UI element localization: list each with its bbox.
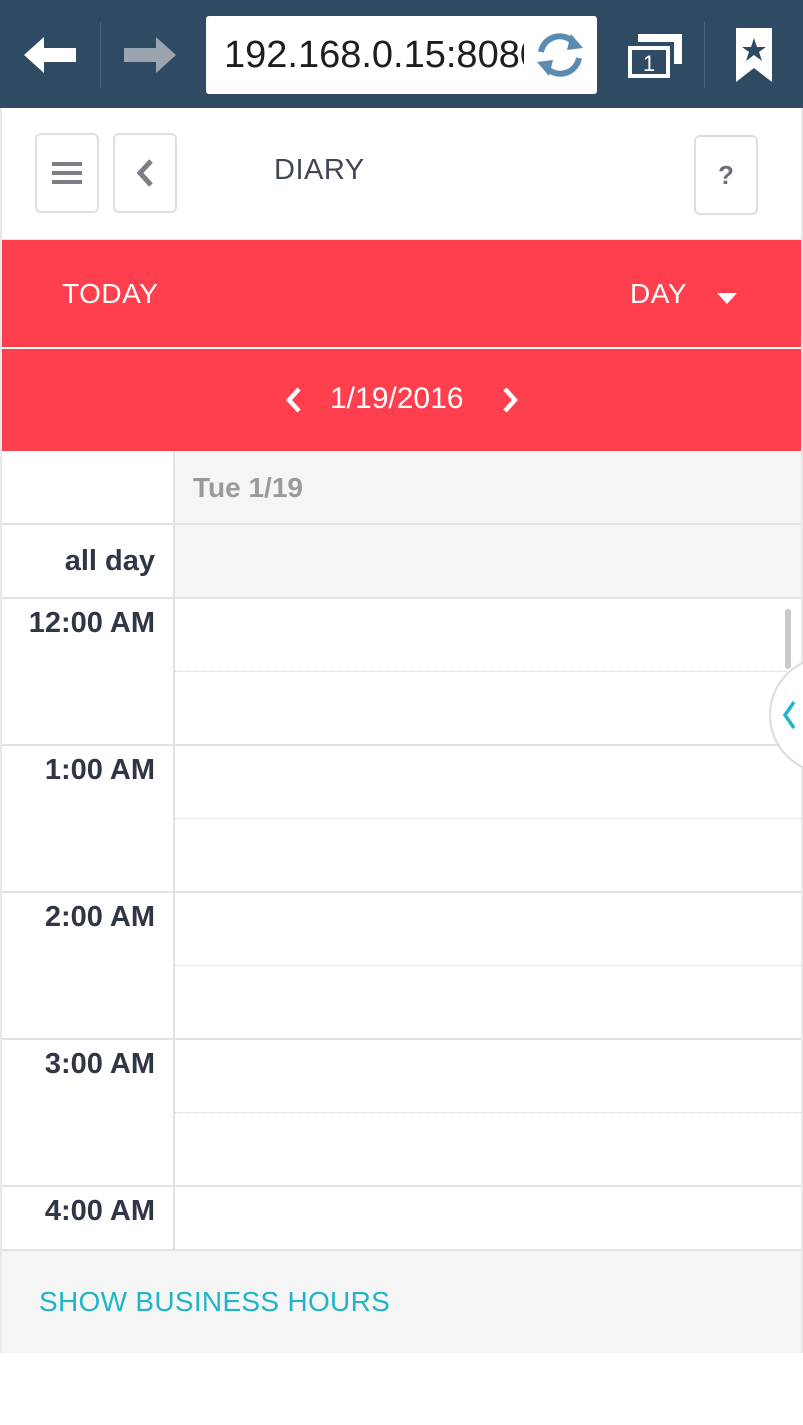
bookmark-button[interactable] [720, 22, 788, 88]
all-day-row: all day [2, 525, 801, 599]
day-header-gutter [2, 451, 173, 525]
half-hour-line [175, 818, 801, 819]
day-header: Tue 1/19 [175, 451, 801, 525]
browser-back-button[interactable] [10, 16, 90, 94]
date-navigation: 1/19/2016 [2, 349, 801, 451]
reload-icon[interactable] [531, 28, 589, 82]
hour-label: 3:00 AM [44, 1048, 155, 1080]
page-bottom [0, 1353, 803, 1425]
half-hour-line [175, 965, 801, 966]
browser-toolbar: 192.168.0.15:8080 1 [0, 0, 803, 108]
chevron-left-icon[interactable] [284, 386, 304, 414]
day-header-label: Tue 1/19 [193, 472, 303, 503]
arrow-right-icon [124, 37, 176, 73]
hour-row[interactable]: 12:00 AM [2, 599, 801, 746]
show-business-hours-link[interactable]: SHOW BUSINESS HOURS [39, 1251, 390, 1353]
back-button[interactable] [113, 133, 177, 213]
chrome-divider [100, 22, 101, 88]
chrome-divider [704, 22, 705, 88]
help-button[interactable]: ? [694, 135, 758, 215]
app-header: DIARY ? [2, 110, 801, 240]
hour-row[interactable]: 2:00 AM [2, 893, 801, 1040]
calendar-toolbar: TODAY DAY [2, 240, 801, 347]
address-bar[interactable]: 192.168.0.15:8080 [206, 16, 597, 94]
hour-label: 12:00 AM [28, 607, 155, 639]
chevron-left-icon [136, 159, 153, 187]
bookmark-star-icon [736, 28, 772, 82]
hour-label: 1:00 AM [44, 754, 155, 786]
tabs-button[interactable]: 1 [620, 22, 692, 88]
calendar-day-view: Tue 1/19 all day 12:00 AM 1:00 AM 2:00 A… [2, 451, 803, 1249]
half-hour-line [175, 671, 801, 672]
page-title: DIARY [274, 154, 365, 186]
menu-button[interactable] [35, 133, 99, 213]
calendar-footer: SHOW BUSINESS HOURS [2, 1249, 801, 1353]
arrow-left-icon [24, 37, 76, 73]
current-date: 1/19/2016 [330, 382, 464, 415]
chevron-left-icon [782, 701, 796, 729]
hour-label: 2:00 AM [44, 901, 155, 933]
half-hour-line [175, 1112, 801, 1113]
all-day-label: all day [64, 545, 155, 577]
hour-row[interactable]: 3:00 AM [2, 1040, 801, 1187]
hamburger-menu-icon [52, 162, 82, 184]
help-icon: ? [718, 159, 734, 190]
scrollbar-thumb[interactable] [785, 609, 791, 669]
browser-forward-button[interactable] [110, 16, 190, 94]
all-day-slot[interactable] [175, 525, 801, 597]
hour-row[interactable]: 4:00 AM [2, 1187, 801, 1249]
caret-down-icon [717, 292, 737, 304]
today-button[interactable]: TODAY [62, 240, 158, 347]
chevron-right-icon[interactable] [500, 386, 520, 414]
tab-count: 1 [643, 51, 655, 76]
time-column-divider [173, 451, 175, 1249]
hour-label: 4:00 AM [44, 1195, 155, 1227]
view-select-value: DAY [630, 277, 687, 309]
hour-row[interactable]: 1:00 AM [2, 746, 801, 893]
tabs-icon: 1 [628, 34, 682, 78]
url-text[interactable]: 192.168.0.15:8080 [224, 16, 524, 94]
view-select[interactable]: DAY [630, 240, 737, 347]
